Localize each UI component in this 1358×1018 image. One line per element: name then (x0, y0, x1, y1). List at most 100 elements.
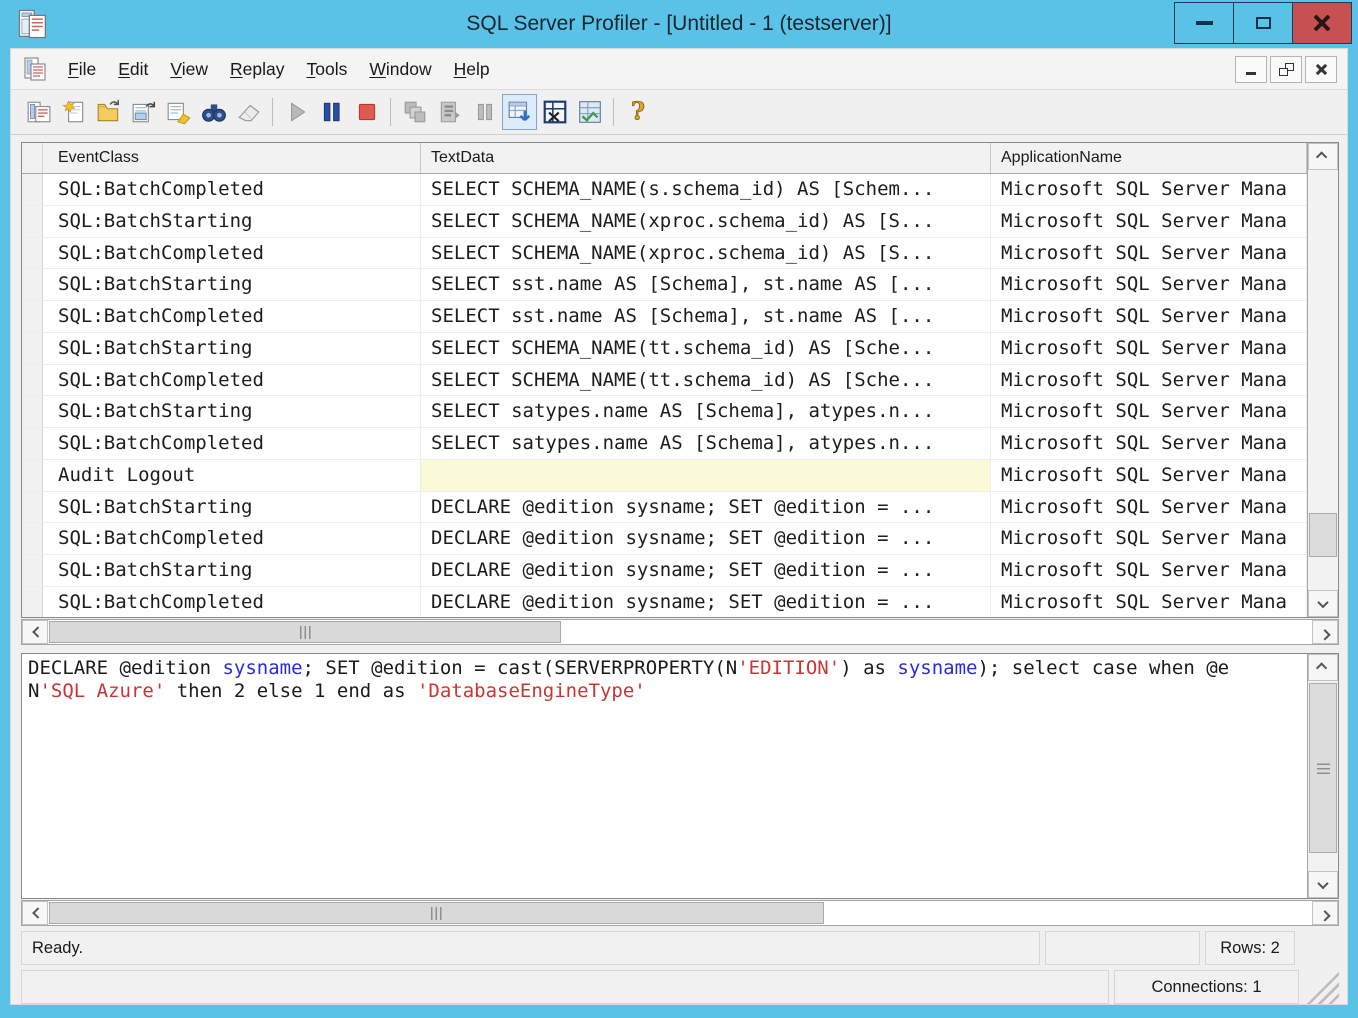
applicationname-cell: Microsoft SQL Server Mana (991, 523, 1307, 554)
row-selector-cell[interactable] (22, 523, 43, 554)
row-selector-cell[interactable] (22, 587, 43, 617)
workspace: EventClass TextData ApplicationName SQL:… (11, 135, 1347, 1004)
trace-event-row[interactable]: SQL:BatchCompletedSELECT sst.name AS [Sc… (22, 301, 1307, 333)
maximize-button[interactable] (1233, 2, 1293, 44)
applicationname-cell: Microsoft SQL Server Mana (991, 460, 1307, 491)
column-header-eventclass[interactable]: EventClass (43, 143, 421, 173)
grid-scroll-up-button[interactable] (1308, 143, 1338, 170)
toolbar-start-replay-button[interactable] (279, 94, 314, 130)
menu-item-file[interactable]: File (57, 55, 107, 83)
applicationname-cell: Microsoft SQL Server Mana (991, 206, 1307, 237)
column-header-textdata[interactable]: TextData (421, 143, 991, 173)
textdata-cell: SELECT SCHEMA_NAME(xproc.schema_id) AS [… (421, 238, 991, 269)
menu-item-help[interactable]: Help (443, 55, 501, 83)
grid-horizontal-scroll-thumb[interactable] (49, 621, 561, 643)
pane-splitter[interactable] (21, 645, 1339, 653)
chevron-left-icon (32, 626, 43, 637)
title-bar[interactable]: SQL Server Profiler - [Untitled - 1 (tes… (0, 0, 1358, 48)
sql-text-content[interactable]: DECLARE @edition sysname; SET @edition =… (22, 654, 1307, 898)
row-selector-cell[interactable] (22, 555, 43, 586)
text-horizontal-scrollbar[interactable] (21, 900, 1339, 926)
trace-event-row[interactable]: SQL:BatchStartingDECLARE @edition sysnam… (22, 555, 1307, 587)
toolbar-new-template-button[interactable] (56, 94, 91, 130)
close-button[interactable] (1292, 2, 1352, 44)
trace-event-row[interactable]: SQL:BatchCompletedDECLARE @edition sysna… (22, 523, 1307, 555)
menu-item-edit[interactable]: Edit (107, 55, 159, 83)
row-selector-cell[interactable] (22, 460, 43, 491)
close-icon (1313, 14, 1331, 32)
trace-event-row[interactable]: SQL:BatchStartingSELECT sst.name AS [Sch… (22, 269, 1307, 301)
toolbar-save-trace-button[interactable] (126, 94, 161, 130)
mdi-minimize-button[interactable] (1235, 56, 1267, 83)
grid-vertical-scrollbar[interactable] (1307, 143, 1338, 617)
toolbar-properties-button[interactable] (161, 94, 196, 130)
trace-event-row[interactable]: SQL:BatchStartingSELECT satypes.name AS … (22, 396, 1307, 428)
grid-vertical-scroll-thumb[interactable] (1309, 513, 1337, 557)
grid-scroll-down-button[interactable] (1308, 590, 1338, 617)
toolbar-run-to-cursor-button[interactable] (432, 94, 467, 130)
menu-item-tools[interactable]: Tools (296, 55, 359, 83)
toolbar-toggle-breakpoint-button[interactable] (467, 94, 502, 130)
trace-event-row[interactable]: SQL:BatchCompletedSELECT SCHEMA_NAME(xpr… (22, 238, 1307, 270)
trace-event-row[interactable]: SQL:BatchStartingSELECT SCHEMA_NAME(tt.s… (22, 333, 1307, 365)
toolbar-find-in-grid-button[interactable] (572, 94, 607, 130)
trace-event-row[interactable]: SQL:BatchStartingDECLARE @edition sysnam… (22, 492, 1307, 524)
row-selector-cell[interactable] (22, 174, 43, 205)
row-selector-cell[interactable] (22, 238, 43, 269)
row-selector-cell[interactable] (22, 492, 43, 523)
row-selector-cell[interactable] (22, 333, 43, 364)
trace-event-row[interactable]: SQL:BatchCompletedSELECT SCHEMA_NAME(tt.… (22, 365, 1307, 397)
textdata-cell: SELECT SCHEMA_NAME(s.schema_id) AS [Sche… (421, 174, 991, 205)
mdi-restore-button[interactable] (1270, 56, 1302, 83)
mdi-close-button[interactable] (1305, 56, 1337, 83)
minimize-icon (1196, 21, 1213, 25)
applicationname-cell: Microsoft SQL Server Mana (991, 365, 1307, 396)
text-pane-vertical-scrollbar[interactable] (1307, 654, 1338, 898)
menu-item-window[interactable]: Window (358, 55, 442, 83)
grid-scroll-right-button[interactable] (1312, 620, 1338, 644)
row-selector-cell[interactable] (22, 206, 43, 237)
row-selector-cell[interactable] (22, 301, 43, 332)
row-selector-cell[interactable] (22, 269, 43, 300)
text-scroll-left-button[interactable] (22, 901, 48, 925)
trace-event-row[interactable]: Audit LogoutMicrosoft SQL Server Mana (22, 460, 1307, 492)
toolbar-execute-step-button[interactable] (397, 94, 432, 130)
sql-text-line: DECLARE @edition sysname; SET @edition =… (28, 657, 1301, 680)
menu-item-replay[interactable]: Replay (219, 55, 295, 83)
column-header-applicationname[interactable]: ApplicationName (991, 143, 1307, 173)
toolbar-help-button[interactable]: ? (620, 94, 655, 130)
toolbar-open-trace-button[interactable] (91, 94, 126, 130)
text-horizontal-scroll-thumb[interactable] (49, 902, 824, 924)
toolbar-pause-trace-button[interactable] (314, 94, 349, 130)
textdata-cell: SELECT satypes.name AS [Schema], atypes.… (421, 428, 991, 459)
row-selector-cell[interactable] (22, 396, 43, 427)
toolbar-find-button[interactable] (196, 94, 231, 130)
grid-scroll-left-button[interactable] (22, 620, 48, 644)
text-scroll-down-button[interactable] (1308, 871, 1338, 898)
resize-grip[interactable] (1301, 970, 1339, 1004)
row-selector-cell[interactable] (22, 428, 43, 459)
toolbar-new-trace-button[interactable] (21, 94, 56, 130)
toolbar-stop-trace-button[interactable] (349, 94, 384, 130)
organize-columns-icon (542, 99, 568, 125)
toolbar: ? (11, 90, 1347, 135)
stop-trace-icon (354, 99, 380, 125)
text-vertical-scroll-thumb[interactable] (1309, 683, 1337, 853)
trace-event-row[interactable]: SQL:BatchCompletedDECLARE @edition sysna… (22, 587, 1307, 617)
toolbar-clear-trace-button[interactable] (231, 94, 266, 130)
textdata-cell: SELECT SCHEMA_NAME(tt.schema_id) AS [Sch… (421, 333, 991, 364)
grid-horizontal-scrollbar[interactable] (21, 619, 1339, 645)
text-scroll-up-button[interactable] (1308, 654, 1338, 681)
maximize-icon (1256, 17, 1271, 29)
minimize-button[interactable] (1174, 2, 1234, 44)
trace-event-row[interactable]: SQL:BatchCompletedSELECT SCHEMA_NAME(s.s… (22, 174, 1307, 206)
trace-event-row[interactable]: SQL:BatchCompletedSELECT satypes.name AS… (22, 428, 1307, 460)
trace-event-row[interactable]: SQL:BatchStartingSELECT SCHEMA_NAME(xpro… (22, 206, 1307, 238)
text-scroll-right-button[interactable] (1312, 901, 1338, 925)
row-selector-cell[interactable] (22, 365, 43, 396)
toolbar-auto-scroll-button[interactable] (502, 94, 537, 130)
find-icon (201, 99, 227, 125)
menu-item-view[interactable]: View (159, 55, 219, 83)
toolbar-organize-columns-button[interactable] (537, 94, 572, 130)
textdata-cell: SELECT sst.name AS [Schema], st.name AS … (421, 269, 991, 300)
